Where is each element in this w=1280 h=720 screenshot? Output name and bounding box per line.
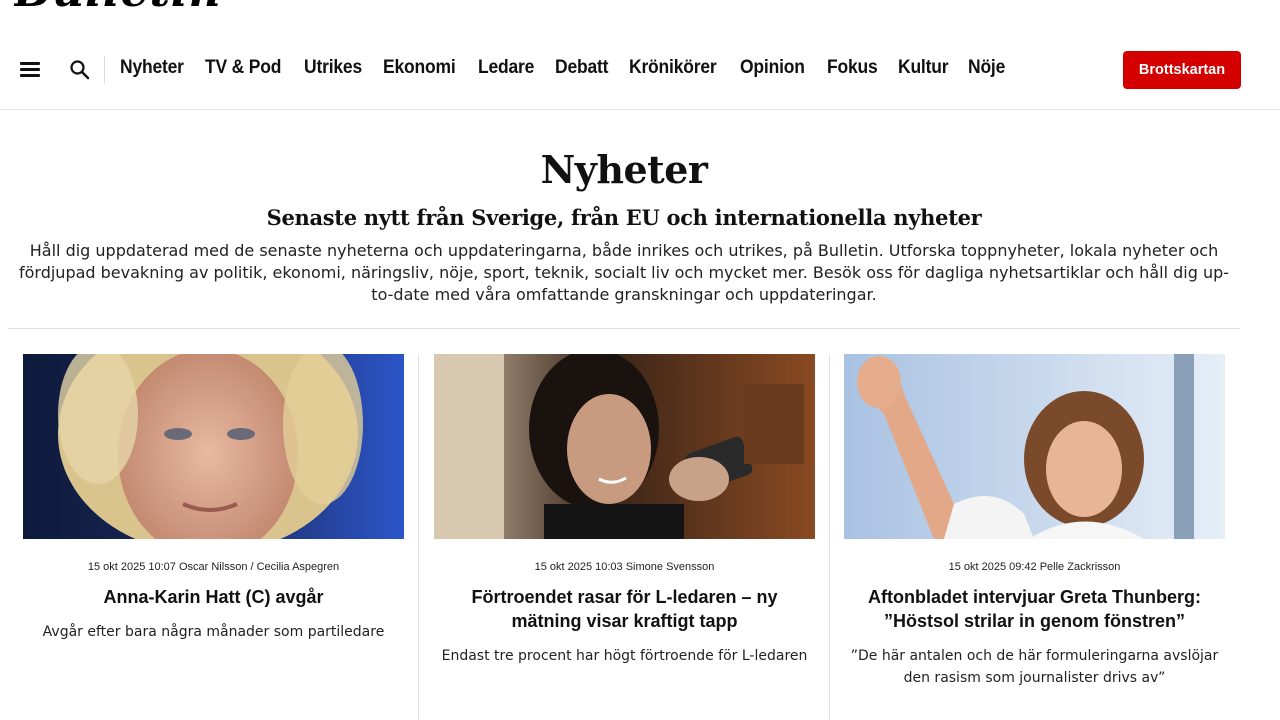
section-header: Nyheter Senaste nytt från Sverige, från … (0, 144, 1248, 306)
article-image-woman-smiling[interactable] (434, 354, 815, 539)
search-icon[interactable] (68, 58, 92, 82)
nav-link-noje[interactable]: Nöje (968, 57, 1005, 79)
column-divider (418, 354, 419, 720)
article-title[interactable]: Aftonbladet intervjuar Greta Thunberg: ”… (844, 585, 1225, 633)
section-separator (8, 328, 1240, 329)
column-divider (829, 354, 830, 720)
nav-link-utrikes[interactable]: Utrikes (304, 57, 362, 79)
page-subtitle: Senaste nytt från Sverige, från EU och i… (266, 205, 982, 230)
main-navigation: Nyheter TV & Pod Utrikes Ekonomi Ledare … (0, 28, 1280, 110)
nav-link-ekonomi[interactable]: Ekonomi (383, 57, 456, 79)
nav-link-ledare[interactable]: Ledare (478, 57, 534, 79)
nav-link-kultur[interactable]: Kultur (898, 57, 949, 79)
logo-text: Bulletin (14, 0, 222, 10)
article-card[interactable]: 15 okt 2025 10:07 Oscar Nilsson / Cecili… (23, 354, 404, 643)
article-card[interactable]: 15 okt 2025 09:42 Pelle Zackrisson Afton… (844, 354, 1225, 689)
article-image-portrait-woman[interactable] (23, 354, 404, 539)
brottskartan-button[interactable]: Brottskartan (1123, 51, 1241, 89)
article-meta: 15 okt 2025 10:07 Oscar Nilsson / Cecili… (87, 561, 340, 573)
article-lead: Endast tre procent har högt förtroende f… (441, 648, 808, 664)
page-title: Nyheter (540, 147, 708, 192)
nav-link-opinion[interactable]: Opinion (740, 57, 805, 79)
nav-link-kronikorer[interactable]: Krönikörer (629, 57, 717, 79)
article-lead: Avgår efter bara några månader som parti… (42, 624, 385, 640)
nav-links: Nyheter TV & Pod Utrikes Ekonomi Ledare … (120, 57, 1006, 79)
nav-link-nyheter[interactable]: Nyheter (120, 57, 184, 79)
article-title[interactable]: Anna-Karin Hatt (C) avgår (23, 585, 404, 609)
article-lead: ”De här antalen och de här formuleringar… (850, 648, 1219, 686)
article-title[interactable]: Förtroendet rasar för L-ledaren – ny mät… (434, 585, 815, 633)
site-logo[interactable]: Bulletin (14, 0, 222, 10)
article-meta: 15 okt 2025 09:42 Pelle Zackrisson (948, 561, 1121, 573)
nav-link-tv-pod[interactable]: TV & Pod (205, 57, 281, 79)
nav-link-debatt[interactable]: Debatt (555, 57, 608, 79)
hamburger-menu-icon[interactable] (20, 62, 42, 78)
nav-divider (104, 56, 105, 84)
nav-link-fokus[interactable]: Fokus (827, 57, 878, 79)
page-description: Håll dig uppdaterad med de senaste nyhet… (18, 241, 1230, 304)
article-meta: 15 okt 2025 10:03 Simone Svensson (534, 561, 715, 573)
article-image-greta-waving[interactable] (844, 354, 1225, 539)
article-card[interactable]: 15 okt 2025 10:03 Simone Svensson Förtro… (434, 354, 815, 667)
